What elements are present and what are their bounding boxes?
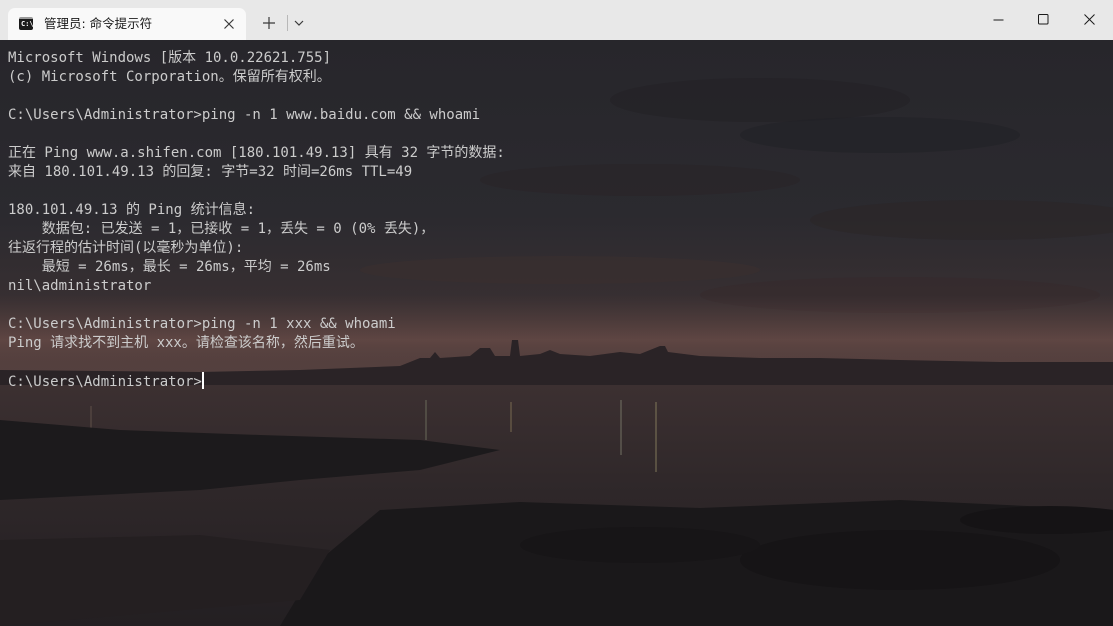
new-tab-plus-icon[interactable] <box>258 12 280 34</box>
terminal-line: 正在 Ping www.a.shifen.com [180.101.49.13]… <box>8 145 505 161</box>
maximize-icon <box>1038 14 1049 25</box>
tab-divider <box>287 15 288 31</box>
tab-command-prompt[interactable]: C:\ 管理员: 命令提示符 <box>8 8 246 40</box>
terminal-line: Microsoft Windows [版本 10.0.22621.755] <box>8 50 332 66</box>
terminal-line: C:\Users\Administrator>ping -n 1 xxx && … <box>8 316 396 332</box>
terminal-line: (c) Microsoft Corporation。保留所有权利。 <box>8 69 331 85</box>
terminal-line: 180.101.49.13 的 Ping 统计信息: <box>8 202 256 218</box>
command-prompt-icon-label: C:\ <box>21 20 34 28</box>
terminal-line: Ping 请求找不到主机 xxx。请检查该名称，然后重试。 <box>8 335 364 351</box>
tab-close-icon[interactable] <box>219 14 239 34</box>
close-icon <box>1084 14 1095 25</box>
prompt-line[interactable]: C:\Users\Administrator> <box>8 372 505 391</box>
terminal-line: 数据包: 已发送 = 1，已接收 = 1，丢失 = 0 (0% 丢失)， <box>8 221 435 237</box>
text-cursor <box>201 372 204 389</box>
chevron-down-icon[interactable] <box>290 13 308 33</box>
close-button[interactable] <box>1067 0 1113 40</box>
terminal-window: C:\ 管理员: 命令提示符 Microsoft Windows [版本 10.… <box>0 0 1113 626</box>
tab-title: 管理员: 命令提示符 <box>44 16 153 31</box>
minimize-icon <box>993 19 1004 21</box>
terminal-output-area[interactable]: Microsoft Windows [版本 10.0.22621.755] (c… <box>0 40 1113 626</box>
terminal-line: nil\administrator <box>8 278 152 294</box>
terminal-line: 往返行程的估计时间(以毫秒为单位): <box>8 240 244 256</box>
terminal-line: C:\Users\Administrator>ping -n 1 www.bai… <box>8 107 481 123</box>
command-prompt-icon: C:\ <box>19 17 34 30</box>
terminal-line: 来自 180.101.49.13 的回复: 字节=32 时间=26ms TTL=… <box>8 164 413 180</box>
command-prompt: C:\Users\Administrator> <box>8 374 202 390</box>
minimize-button[interactable] <box>976 0 1022 40</box>
title-bar[interactable]: C:\ 管理员: 命令提示符 <box>0 0 1113 40</box>
maximize-button[interactable] <box>1021 0 1067 40</box>
terminal-line: 最短 = 26ms，最长 = 26ms，平均 = 26ms <box>8 259 331 275</box>
terminal-output: Microsoft Windows [版本 10.0.22621.755] (c… <box>8 49 505 391</box>
